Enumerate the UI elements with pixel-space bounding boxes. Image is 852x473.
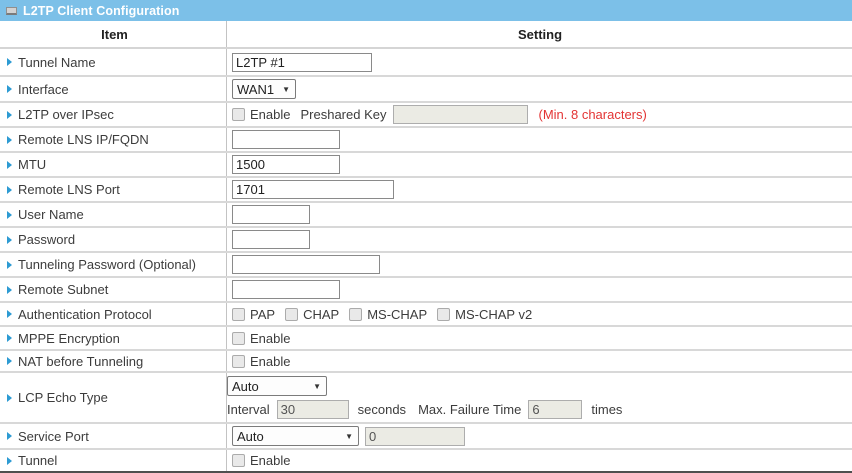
bullet-arrow-icon <box>7 211 12 219</box>
auth-mschap-checkbox[interactable] <box>349 308 362 321</box>
service-port-select[interactable]: Auto ▼ <box>232 426 359 446</box>
interface-select[interactable]: WAN1 ▼ <box>232 79 296 99</box>
bullet-arrow-icon <box>7 334 12 342</box>
tunneling-password-label: Tunneling Password (Optional) <box>18 257 196 272</box>
remote-lns-ip-input[interactable] <box>232 130 340 149</box>
interface-label: Interface <box>18 82 69 97</box>
password-input[interactable] <box>232 230 310 249</box>
interval-label: Interval <box>227 402 270 417</box>
bullet-arrow-icon <box>7 161 12 169</box>
password-label: Password <box>18 232 75 247</box>
lcp-echo-type-label: LCP Echo Type <box>18 390 108 405</box>
bullet-arrow-icon <box>7 236 12 244</box>
table-row: Service Port Auto ▼ <box>0 424 852 450</box>
ipsec-enable-label: Enable <box>250 107 290 122</box>
table-row: Remote LNS IP/FQDN <box>0 128 852 153</box>
panel-title-bar: L2TP Client Configuration <box>0 0 852 21</box>
service-port-label: Service Port <box>18 429 89 444</box>
table-row: NAT before Tunneling Enable <box>0 351 852 373</box>
bullet-arrow-icon <box>7 286 12 294</box>
mtu-label: MTU <box>18 157 46 172</box>
user-name-input[interactable] <box>232 205 310 224</box>
preshared-key-note: (Min. 8 characters) <box>538 107 646 122</box>
nat-before-tunneling-label: NAT before Tunneling <box>18 354 143 369</box>
table-row: MTU <box>0 153 852 178</box>
l2tp-over-ipsec-label: L2TP over IPsec <box>18 107 114 122</box>
column-header-item: Item <box>0 21 227 47</box>
bullet-arrow-icon <box>7 58 12 66</box>
bullet-arrow-icon <box>7 310 12 318</box>
mppe-encryption-label: MPPE Encryption <box>18 331 120 346</box>
table-header-row: Item Setting <box>0 21 852 49</box>
lcp-echo-type-select[interactable]: Auto ▼ <box>227 376 327 396</box>
table-row: L2TP over IPsec Enable Preshared Key (Mi… <box>0 103 852 128</box>
config-table: Item Setting Tunnel Name Interface WAN1 … <box>0 21 852 471</box>
auth-pap-checkbox[interactable] <box>232 308 245 321</box>
column-header-setting: Setting <box>227 21 852 47</box>
remote-lns-port-label: Remote LNS Port <box>18 182 120 197</box>
remote-subnet-input[interactable] <box>232 280 340 299</box>
chevron-down-icon: ▼ <box>282 85 290 94</box>
remote-subnet-label: Remote Subnet <box>18 282 108 297</box>
table-row: Remote Subnet <box>0 278 852 303</box>
chevron-down-icon: ▼ <box>345 432 353 441</box>
table-row: Interface WAN1 ▼ <box>0 77 852 103</box>
table-row: Authentication Protocol PAP CHAP MS-CHAP <box>0 303 852 327</box>
bullet-arrow-icon <box>7 261 12 269</box>
auth-mschapv2-checkbox[interactable] <box>437 308 450 321</box>
authentication-protocol-label: Authentication Protocol <box>18 307 152 322</box>
bullet-arrow-icon <box>7 394 12 402</box>
bullet-arrow-icon <box>7 186 12 194</box>
preshared-key-label: Preshared Key <box>300 107 386 122</box>
mtu-input[interactable] <box>232 155 340 174</box>
service-port-input[interactable] <box>365 427 465 446</box>
auth-mschap-label: MS-CHAP <box>367 307 427 322</box>
bullet-arrow-icon <box>7 357 12 365</box>
bullet-arrow-icon <box>7 85 12 93</box>
remote-lns-ip-label: Remote LNS IP/FQDN <box>18 132 149 147</box>
table-row: Password <box>0 228 852 253</box>
remote-lns-port-input[interactable] <box>232 180 394 199</box>
bullet-arrow-icon <box>7 432 12 440</box>
tunnel-label: Tunnel <box>18 453 57 468</box>
panel-title: L2TP Client Configuration <box>23 4 179 18</box>
nat-enable-label: Enable <box>250 354 290 369</box>
bullet-arrow-icon <box>7 457 12 465</box>
bullet-arrow-icon <box>7 111 12 119</box>
table-row: MPPE Encryption Enable <box>0 327 852 351</box>
table-row: User Name <box>0 203 852 228</box>
user-name-label: User Name <box>18 207 84 222</box>
tunnel-name-input[interactable] <box>232 53 372 72</box>
nat-enable-checkbox[interactable] <box>232 355 245 368</box>
preshared-key-input[interactable] <box>393 105 528 124</box>
interval-unit-label: seconds <box>358 402 406 417</box>
chevron-down-icon: ▼ <box>313 382 321 391</box>
table-row: Tunneling Password (Optional) <box>0 253 852 278</box>
table-row: Remote LNS Port <box>0 178 852 203</box>
table-row: Tunnel Enable <box>0 450 852 471</box>
tunnel-enable-label: Enable <box>250 453 290 468</box>
failure-unit-label: times <box>591 402 622 417</box>
interval-input[interactable] <box>277 400 349 419</box>
mppe-enable-label: Enable <box>250 331 290 346</box>
max-failure-time-input[interactable] <box>528 400 582 419</box>
bullet-arrow-icon <box>7 136 12 144</box>
auth-pap-label: PAP <box>250 307 275 322</box>
auth-chap-label: CHAP <box>303 307 339 322</box>
window-icon <box>6 7 17 15</box>
table-row: LCP Echo Type Auto ▼ Interval seconds Ma… <box>0 373 852 424</box>
table-row: Tunnel Name <box>0 49 852 77</box>
auth-chap-checkbox[interactable] <box>285 308 298 321</box>
max-failure-time-label: Max. Failure Time <box>418 402 521 417</box>
tunnel-enable-checkbox[interactable] <box>232 454 245 467</box>
tunneling-password-input[interactable] <box>232 255 380 274</box>
auth-mschapv2-label: MS-CHAP v2 <box>455 307 532 322</box>
tunnel-name-label: Tunnel Name <box>18 55 96 70</box>
mppe-enable-checkbox[interactable] <box>232 332 245 345</box>
l2tp-client-configuration-panel: L2TP Client Configuration Item Setting T… <box>0 0 852 473</box>
ipsec-enable-checkbox[interactable] <box>232 108 245 121</box>
